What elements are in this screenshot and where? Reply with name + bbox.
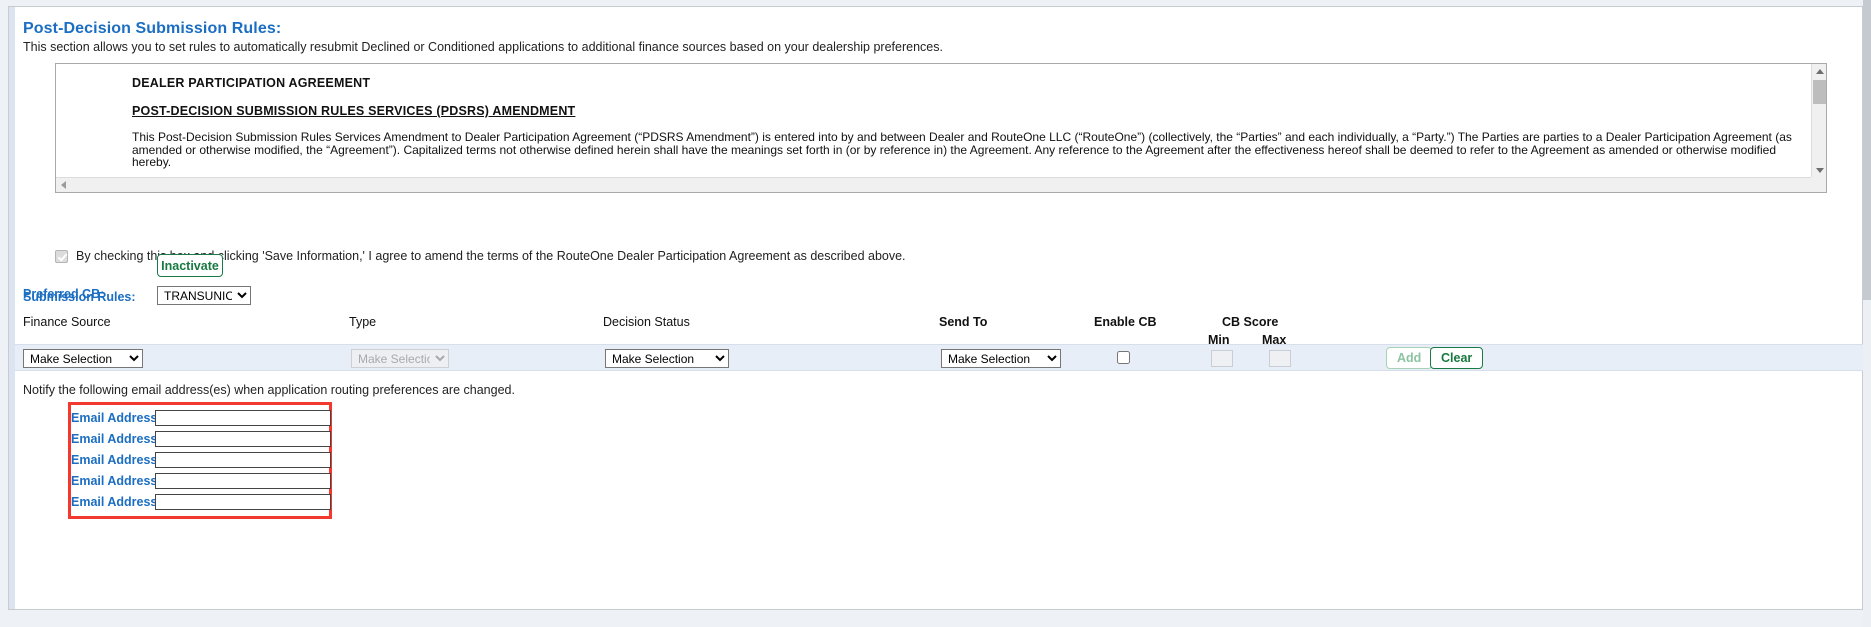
email-row-3: Email Address 3: xyxy=(71,449,331,470)
email-address-3-input[interactable] xyxy=(155,451,331,468)
col-type: Type xyxy=(349,315,377,329)
page-title: Post-Decision Submission Rules: xyxy=(23,20,282,37)
enable-cb-checkbox[interactable] xyxy=(1117,351,1130,364)
inactivate-button[interactable]: Inactivate xyxy=(157,254,223,277)
email-row-1: Email Address 1: xyxy=(71,407,331,428)
email-address-3-label: Email Address 3: xyxy=(71,452,172,467)
vertical-scroll-thumb[interactable] xyxy=(1813,80,1826,104)
email-address-5-input[interactable] xyxy=(155,493,331,510)
type-select[interactable]: Make Selection xyxy=(351,349,449,368)
scroll-left-icon[interactable] xyxy=(56,178,71,192)
send-to-select[interactable]: Make Selection xyxy=(941,349,1061,368)
cb-score-min-input[interactable] xyxy=(1211,350,1233,367)
section-description: This section allows you to set rules to … xyxy=(23,40,943,54)
agreement-vertical-scrollbar[interactable] xyxy=(1811,64,1826,178)
email-addresses-group: Email Address 1: Email Address 2: Email … xyxy=(68,402,332,519)
col-enable-cb: Enable CB xyxy=(1094,315,1157,329)
agreement-heading: DEALER PARTICIPATION AGREEMENT xyxy=(132,76,371,90)
scrollbar-corner xyxy=(1811,177,1826,192)
window-vertical-scrollbar[interactable] xyxy=(1863,0,1871,627)
email-address-5-label: Email Address 5: xyxy=(71,494,172,509)
email-address-1-label: Email Address 1: xyxy=(71,410,172,425)
col-decision-status: Decision Status xyxy=(603,315,690,329)
scroll-up-icon[interactable] xyxy=(1812,64,1826,79)
email-row-2: Email Address 2: xyxy=(71,428,331,449)
dealer-participation-agreement-box[interactable]: DEALER PARTICIPATION AGREEMENT POST-DECI… xyxy=(55,63,1827,193)
cb-score-max-input[interactable] xyxy=(1269,350,1291,367)
notify-description: Notify the following email address(es) w… xyxy=(23,383,515,397)
col-finance-source: Finance Source xyxy=(23,315,111,329)
email-address-1-input[interactable] xyxy=(155,409,331,426)
agreement-paragraph: This Post-Decision Submission Rules Serv… xyxy=(132,130,1792,169)
rules-table-header: Finance Source Type Decision Status Send… xyxy=(9,307,1862,349)
preferred-cb-select[interactable]: TRANSUNION xyxy=(157,286,251,305)
email-address-4-label: Email Address 4: xyxy=(71,473,172,488)
email-row-5: Email Address 5: xyxy=(71,491,331,512)
agreement-text-viewport: DEALER PARTICIPATION AGREEMENT POST-DECI… xyxy=(56,64,1812,177)
app-screenshot: Post-Decision Submission Rules: This sec… xyxy=(0,0,1871,627)
page-bottom-strip xyxy=(0,610,1871,627)
col-cb-score: CB Score xyxy=(1222,315,1279,329)
window-scroll-thumb[interactable] xyxy=(1863,0,1871,300)
decision-status-select[interactable]: Make Selection xyxy=(605,349,729,368)
email-row-4: Email Address 4: xyxy=(71,470,331,491)
add-rule-button[interactable]: Add xyxy=(1386,347,1433,369)
rule-row: Make Selection Make Selection Make Selec… xyxy=(15,344,1863,371)
email-address-2-input[interactable] xyxy=(155,430,331,447)
email-address-2-label: Email Address 2: xyxy=(71,431,172,446)
agreement-horizontal-scrollbar[interactable] xyxy=(56,177,1826,192)
post-decision-submission-rules-panel: Post-Decision Submission Rules: This sec… xyxy=(8,6,1863,610)
clear-rule-button[interactable]: Clear xyxy=(1430,347,1484,369)
email-address-4-input[interactable] xyxy=(155,472,331,489)
scroll-down-icon[interactable] xyxy=(1812,163,1826,178)
consent-checkbox[interactable] xyxy=(55,249,68,263)
col-send-to: Send To xyxy=(939,315,988,329)
finance-source-select[interactable]: Make Selection xyxy=(23,349,143,368)
preferred-cb-label: Preferred CB: xyxy=(23,287,105,301)
agreement-subheading: POST-DECISION SUBMISSION RULES SERVICES … xyxy=(132,104,576,118)
